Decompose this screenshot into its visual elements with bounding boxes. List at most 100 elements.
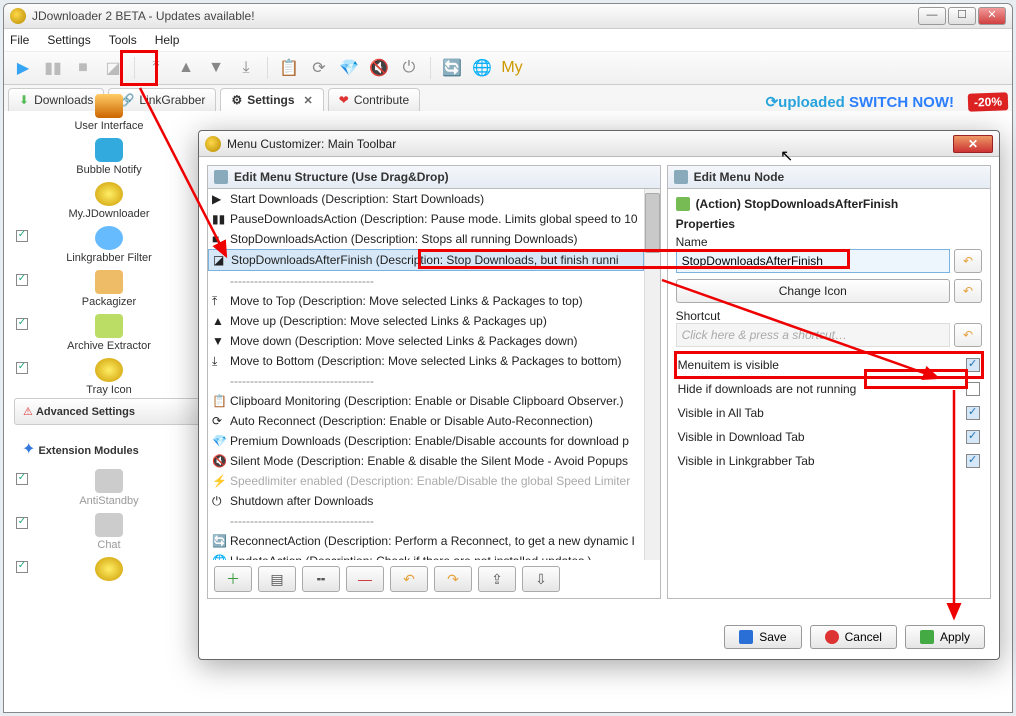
- toolbar-shutdown-icon[interactable]: ⏻: [396, 55, 422, 81]
- reset-shortcut-button[interactable]: ↶: [954, 323, 982, 347]
- toolbar-premium-icon[interactable]: 💎: [336, 55, 362, 81]
- toolbar-my-icon[interactable]: My: [499, 55, 525, 81]
- checkbox-icon[interactable]: [16, 362, 28, 374]
- toolbar-reconnect-icon[interactable]: ⟳: [306, 55, 332, 81]
- toolbar-silent-icon[interactable]: 🔇: [366, 55, 392, 81]
- checkbox[interactable]: [966, 406, 980, 420]
- dialog-titlebar: Menu Customizer: Main Toolbar ✕: [199, 131, 999, 157]
- import-button[interactable]: ⇩: [522, 566, 560, 592]
- structure-item[interactable]: ■StopDownloadsAction (Description: Stops…: [208, 229, 644, 249]
- menu-help[interactable]: Help: [155, 33, 180, 47]
- scrollbar[interactable]: [644, 189, 660, 560]
- toolbar-play-icon[interactable]: ▶: [10, 55, 36, 81]
- structure-item[interactable]: ⏻Shutdown after Downloads: [208, 491, 644, 511]
- menu-customizer-dialog: Menu Customizer: Main Toolbar ✕ Edit Men…: [198, 130, 1000, 660]
- structure-item[interactable]: ◪StopDownloadsAfterFinish (Description: …: [208, 249, 644, 271]
- check-row: Visible in All Tab: [676, 401, 982, 425]
- sidebar-item-extensions[interactable]: ✦ Extension Modules: [14, 433, 204, 465]
- checkbox-icon[interactable]: [16, 561, 28, 573]
- name-label: Name: [676, 235, 982, 249]
- sidebar-item-ui[interactable]: User Interface: [14, 90, 204, 134]
- export-button[interactable]: ⇪: [478, 566, 516, 592]
- apply-button[interactable]: Apply: [905, 625, 985, 649]
- structure-item[interactable]: ⤓Move to Bottom (Description: Move selec…: [208, 351, 644, 371]
- maximize-button[interactable]: ☐: [948, 7, 976, 25]
- checkbox[interactable]: [966, 454, 980, 468]
- menu-tools[interactable]: Tools: [109, 33, 137, 47]
- sidebar-item-advanced[interactable]: ⚠ Advanced Settings: [14, 398, 204, 425]
- action-name: (Action) StopDownloadsAfterFinish: [696, 197, 899, 211]
- toolbar-stop-after-icon[interactable]: ◪: [100, 55, 126, 81]
- main-titlebar: JDownloader 2 BETA - Updates available! …: [4, 4, 1012, 29]
- toolbar-down-icon[interactable]: ▼: [203, 55, 229, 81]
- menu-file[interactable]: File: [10, 33, 29, 47]
- save-button[interactable]: Save: [724, 625, 801, 649]
- checkbox[interactable]: [966, 382, 980, 396]
- checkbox-icon[interactable]: [16, 517, 28, 529]
- toolbar-clipboard-icon[interactable]: 📋: [276, 55, 302, 81]
- item-icon: 🔄: [212, 534, 226, 548]
- structure-item[interactable]: ▮▮PauseDownloadsAction (Description: Pau…: [208, 209, 644, 229]
- checkbox[interactable]: [966, 358, 980, 372]
- name-input[interactable]: [676, 249, 950, 273]
- reset-name-button[interactable]: ↶: [954, 249, 982, 273]
- dialog-close-button[interactable]: ✕: [953, 135, 993, 153]
- change-icon-button[interactable]: Change Icon: [676, 279, 950, 303]
- toolbar-reconnect-action-icon[interactable]: 🔄: [439, 55, 465, 81]
- reset-icon-button[interactable]: ↶: [954, 279, 982, 303]
- checkbox[interactable]: [966, 430, 980, 444]
- structure-item[interactable]: ⤒Move to Top (Description: Move selected…: [208, 291, 644, 311]
- shortcut-input[interactable]: Click here & press a shortcut…: [676, 323, 950, 347]
- undo-button[interactable]: ↶: [390, 566, 428, 592]
- structure-item[interactable]: 🔇Silent Mode (Description: Enable & disa…: [208, 451, 644, 471]
- sidebar-item-tray[interactable]: Tray Icon: [14, 354, 204, 398]
- toolbar-stop-icon[interactable]: ■: [70, 55, 96, 81]
- structure-buttons: ＋ ▤ ╍ — ↶ ↷ ⇪ ⇩: [208, 560, 660, 598]
- structure-item[interactable]: ▲Move up (Description: Move selected Lin…: [208, 311, 644, 331]
- checkbox-icon[interactable]: [16, 473, 28, 485]
- sidebar-item-more[interactable]: [14, 553, 204, 585]
- structure-item[interactable]: ▶Start Downloads (Description: Start Dow…: [208, 189, 644, 209]
- structure-item[interactable]: ⚡Speedlimiter enabled (Description: Enab…: [208, 471, 644, 491]
- toolbar-up-icon[interactable]: ▲: [173, 55, 199, 81]
- item-icon: 💎: [212, 434, 226, 448]
- add-submenu-button[interactable]: ▤: [258, 566, 296, 592]
- sidebar-item-antistandby[interactable]: AntiStandby: [14, 465, 204, 509]
- minimize-button[interactable]: —: [918, 7, 946, 25]
- structure-item[interactable]: ▼Move down (Description: Move selected L…: [208, 331, 644, 351]
- item-icon: ▼: [212, 334, 226, 348]
- structure-item[interactable]: ⟳Auto Reconnect (Description: Enable or …: [208, 411, 644, 431]
- sidebar-item-myjd[interactable]: My.JDownloader: [14, 178, 204, 222]
- sidebar-item-bubble[interactable]: Bubble Notify: [14, 134, 204, 178]
- cancel-button[interactable]: Cancel: [810, 625, 897, 649]
- tab-settings[interactable]: ⚙Settings✕: [220, 88, 323, 111]
- toolbar-pause-icon[interactable]: ▮▮: [40, 55, 66, 81]
- item-icon: 🔇: [212, 454, 226, 468]
- checkbox-icon[interactable]: [16, 274, 28, 286]
- structure-item[interactable]: 📋Clipboard Monitoring (Description: Enab…: [208, 391, 644, 411]
- structure-item[interactable]: 🌐UpdateAction (Description: Check if the…: [208, 551, 644, 560]
- checkbox-icon[interactable]: [16, 230, 28, 242]
- item-icon: ⏻: [212, 494, 226, 508]
- add-separator-button[interactable]: ╍: [302, 566, 340, 592]
- structure-item[interactable]: 🔄ReconnectAction (Description: Perform a…: [208, 531, 644, 551]
- redo-button[interactable]: ↷: [434, 566, 472, 592]
- add-button[interactable]: ＋: [214, 566, 252, 592]
- close-button[interactable]: ✕: [978, 7, 1006, 25]
- tab-close-icon[interactable]: ✕: [304, 94, 313, 107]
- panel-icon: [214, 170, 228, 184]
- sidebar-item-chat[interactable]: Chat: [14, 509, 204, 553]
- structure-item[interactable]: 💎Premium Downloads (Description: Enable/…: [208, 431, 644, 451]
- checkbox-icon[interactable]: [16, 318, 28, 330]
- sidebar-item-linkgrabber-filter[interactable]: Linkgrabber Filter: [14, 222, 204, 266]
- toolbar-top-icon[interactable]: ⤒: [143, 55, 169, 81]
- toolbar-bottom-icon[interactable]: ⤓: [233, 55, 259, 81]
- sidebar-item-packagizer[interactable]: Packagizer: [14, 266, 204, 310]
- sidebar-item-archive[interactable]: Archive Extractor: [14, 310, 204, 354]
- remove-button[interactable]: —: [346, 566, 384, 592]
- promo-text[interactable]: ⟳uploaded SWITCH NOW!: [766, 93, 958, 111]
- tab-contribute[interactable]: ❤Contribute: [328, 88, 420, 111]
- menu-structure-list[interactable]: ▶Start Downloads (Description: Start Dow…: [208, 189, 644, 560]
- toolbar-update-icon[interactable]: 🌐: [469, 55, 495, 81]
- menu-settings[interactable]: Settings: [47, 33, 90, 47]
